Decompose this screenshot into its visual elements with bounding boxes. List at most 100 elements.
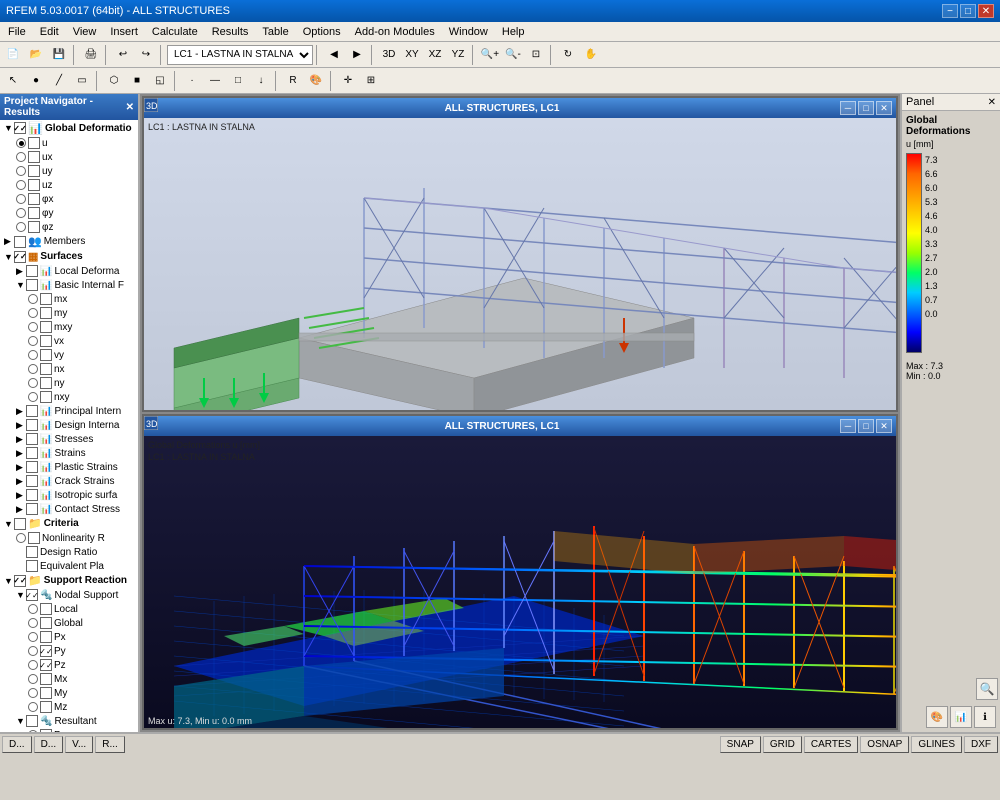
loadcase-combo[interactable]: LC1 - LASTNA IN STALNA xyxy=(167,45,313,65)
tree-check[interactable] xyxy=(26,489,38,501)
tree-check[interactable] xyxy=(28,137,40,149)
show-members[interactable]: — xyxy=(204,70,226,92)
tree-equiv-plastic[interactable]: Equivalent Pla xyxy=(0,559,138,573)
expand-icon[interactable]: ▶ xyxy=(16,476,26,487)
tree-criteria[interactable]: ▼ 📁 Criteria xyxy=(0,516,138,531)
tree-check[interactable] xyxy=(40,701,52,713)
tree-check[interactable] xyxy=(40,377,52,389)
tree-ny[interactable]: ny xyxy=(0,376,138,390)
tree-ux[interactable]: ux xyxy=(0,150,138,164)
osnap-tab[interactable]: OSNAP xyxy=(860,736,909,753)
tree-contact-stress[interactable]: ▶ 📊 Contact Stress xyxy=(0,502,138,516)
view-xz[interactable]: XZ xyxy=(424,44,446,66)
tree-check[interactable] xyxy=(26,461,38,473)
minimize-button[interactable]: − xyxy=(942,4,958,18)
tree-check[interactable]: ✓ xyxy=(40,659,52,671)
tree-check[interactable] xyxy=(40,729,52,732)
viewport-bottom-content[interactable]: Global Deformations u [mm] LC1 : LASTNA … xyxy=(144,436,896,728)
tree-mxy[interactable]: mxy xyxy=(0,320,138,334)
tree-my2[interactable]: My xyxy=(0,686,138,700)
redo-button[interactable]: ↪ xyxy=(135,44,157,66)
vp-minimize[interactable]: ─ xyxy=(840,101,856,115)
expand-icon[interactable]: ▶ xyxy=(16,448,26,459)
tree-design-internal[interactable]: ▶ 📊 Design Interna xyxy=(0,418,138,432)
expand-icon[interactable]: ▶ xyxy=(16,434,26,445)
vp-close[interactable]: ✕ xyxy=(876,101,892,115)
cartes-tab[interactable]: CARTES xyxy=(804,736,858,753)
menu-item-file[interactable]: File xyxy=(2,24,32,40)
tree-check[interactable] xyxy=(14,518,26,530)
panel-close[interactable]: ✕ xyxy=(988,97,996,108)
select-tool[interactable]: ↖ xyxy=(2,70,24,92)
expand-icon[interactable]: ▶ xyxy=(16,504,26,515)
tree-nonlinearity[interactable]: Nonlinearity R xyxy=(0,531,138,545)
tree-resultant[interactable]: ▼ 🔩 Resultant xyxy=(0,714,138,728)
tree-check[interactable] xyxy=(28,179,40,191)
new-button[interactable]: 📄 xyxy=(2,44,24,66)
tree-check[interactable] xyxy=(40,687,52,699)
menu-item-table[interactable]: Table xyxy=(256,24,294,40)
vp-maximize[interactable]: □ xyxy=(858,419,874,433)
tree-check[interactable] xyxy=(40,335,52,347)
expand-icon[interactable]: ▶ xyxy=(16,490,26,501)
expand-icon[interactable]: ▶ xyxy=(16,406,26,417)
tree-check[interactable]: ✓ xyxy=(14,251,26,263)
tree-check[interactable] xyxy=(40,321,52,333)
menu-item-calculate[interactable]: Calculate xyxy=(146,24,204,40)
vp-minimize[interactable]: ─ xyxy=(840,419,856,433)
expand-icon[interactable]: ▶ xyxy=(4,236,14,247)
tree-nxy[interactable]: nxy xyxy=(0,390,138,404)
tree-check[interactable] xyxy=(40,603,52,615)
tree-pz[interactable]: ✓ Pz xyxy=(0,658,138,672)
tree-isotropic[interactable]: ▶ 📊 Isotropic surfa xyxy=(0,488,138,502)
tree-check[interactable] xyxy=(26,475,38,487)
tree-check[interactable] xyxy=(40,293,52,305)
line-tool[interactable]: ╱ xyxy=(48,70,70,92)
tree-phix[interactable]: φx xyxy=(0,192,138,206)
panel-icon-3[interactable]: ℹ xyxy=(974,706,996,728)
grid-tab[interactable]: GRID xyxy=(763,736,802,753)
tree-check[interactable] xyxy=(28,532,40,544)
pan[interactable]: ✋ xyxy=(580,44,602,66)
tree-local[interactable]: Local xyxy=(0,602,138,616)
render-wire[interactable]: ⬡ xyxy=(103,70,125,92)
menu-item-results[interactable]: Results xyxy=(206,24,255,40)
tree-check[interactable] xyxy=(28,193,40,205)
nav-next[interactable]: ▶ xyxy=(346,44,368,66)
save-button[interactable]: 💾 xyxy=(48,44,70,66)
expand-icon[interactable]: ▼ xyxy=(16,280,26,290)
tree-uz[interactable]: uz xyxy=(0,178,138,192)
menu-item-edit[interactable]: Edit xyxy=(34,24,65,40)
tree-stresses[interactable]: ▶ 📊 Stresses xyxy=(0,432,138,446)
tree-check[interactable] xyxy=(26,419,38,431)
tree-check[interactable] xyxy=(26,715,38,727)
small-tab-v[interactable]: V... xyxy=(65,736,93,753)
tree-check[interactable] xyxy=(40,363,52,375)
render-solid[interactable]: ■ xyxy=(126,70,148,92)
tree-global-deformations[interactable]: ▼ ✓ 📊 Global Deformatio xyxy=(0,120,138,136)
print-button[interactable]: 🖨 xyxy=(80,44,102,66)
menu-item-options[interactable]: Options xyxy=(297,24,347,40)
tree-nx[interactable]: nx xyxy=(0,362,138,376)
tree-design-ratio[interactable]: Design Ratio xyxy=(0,545,138,559)
rotate[interactable]: ↻ xyxy=(557,44,579,66)
tree-my[interactable]: my xyxy=(0,306,138,320)
tree-strains[interactable]: ▶ 📊 Strains xyxy=(0,446,138,460)
show-loads[interactable]: ↓ xyxy=(250,70,272,92)
tree-vy[interactable]: vy xyxy=(0,348,138,362)
expand-icon[interactable]: ▼ xyxy=(4,519,14,529)
maximize-button[interactable]: □ xyxy=(960,4,976,18)
panel-icon-2[interactable]: 📊 xyxy=(950,706,972,728)
nav-prev[interactable]: ◀ xyxy=(323,44,345,66)
tree-u[interactable]: u xyxy=(0,136,138,150)
menu-item-insert[interactable]: Insert xyxy=(104,24,144,40)
tree-mx[interactable]: mx xyxy=(0,292,138,306)
view-xy[interactable]: XY xyxy=(401,44,423,66)
tree-check[interactable]: ✓ xyxy=(14,122,26,134)
tree-check[interactable] xyxy=(26,560,38,572)
tree-check[interactable] xyxy=(14,236,26,248)
undo-button[interactable]: ↩ xyxy=(112,44,134,66)
tree-mz[interactable]: Mz xyxy=(0,700,138,714)
tree-check[interactable] xyxy=(40,349,52,361)
tree-check[interactable] xyxy=(26,405,38,417)
